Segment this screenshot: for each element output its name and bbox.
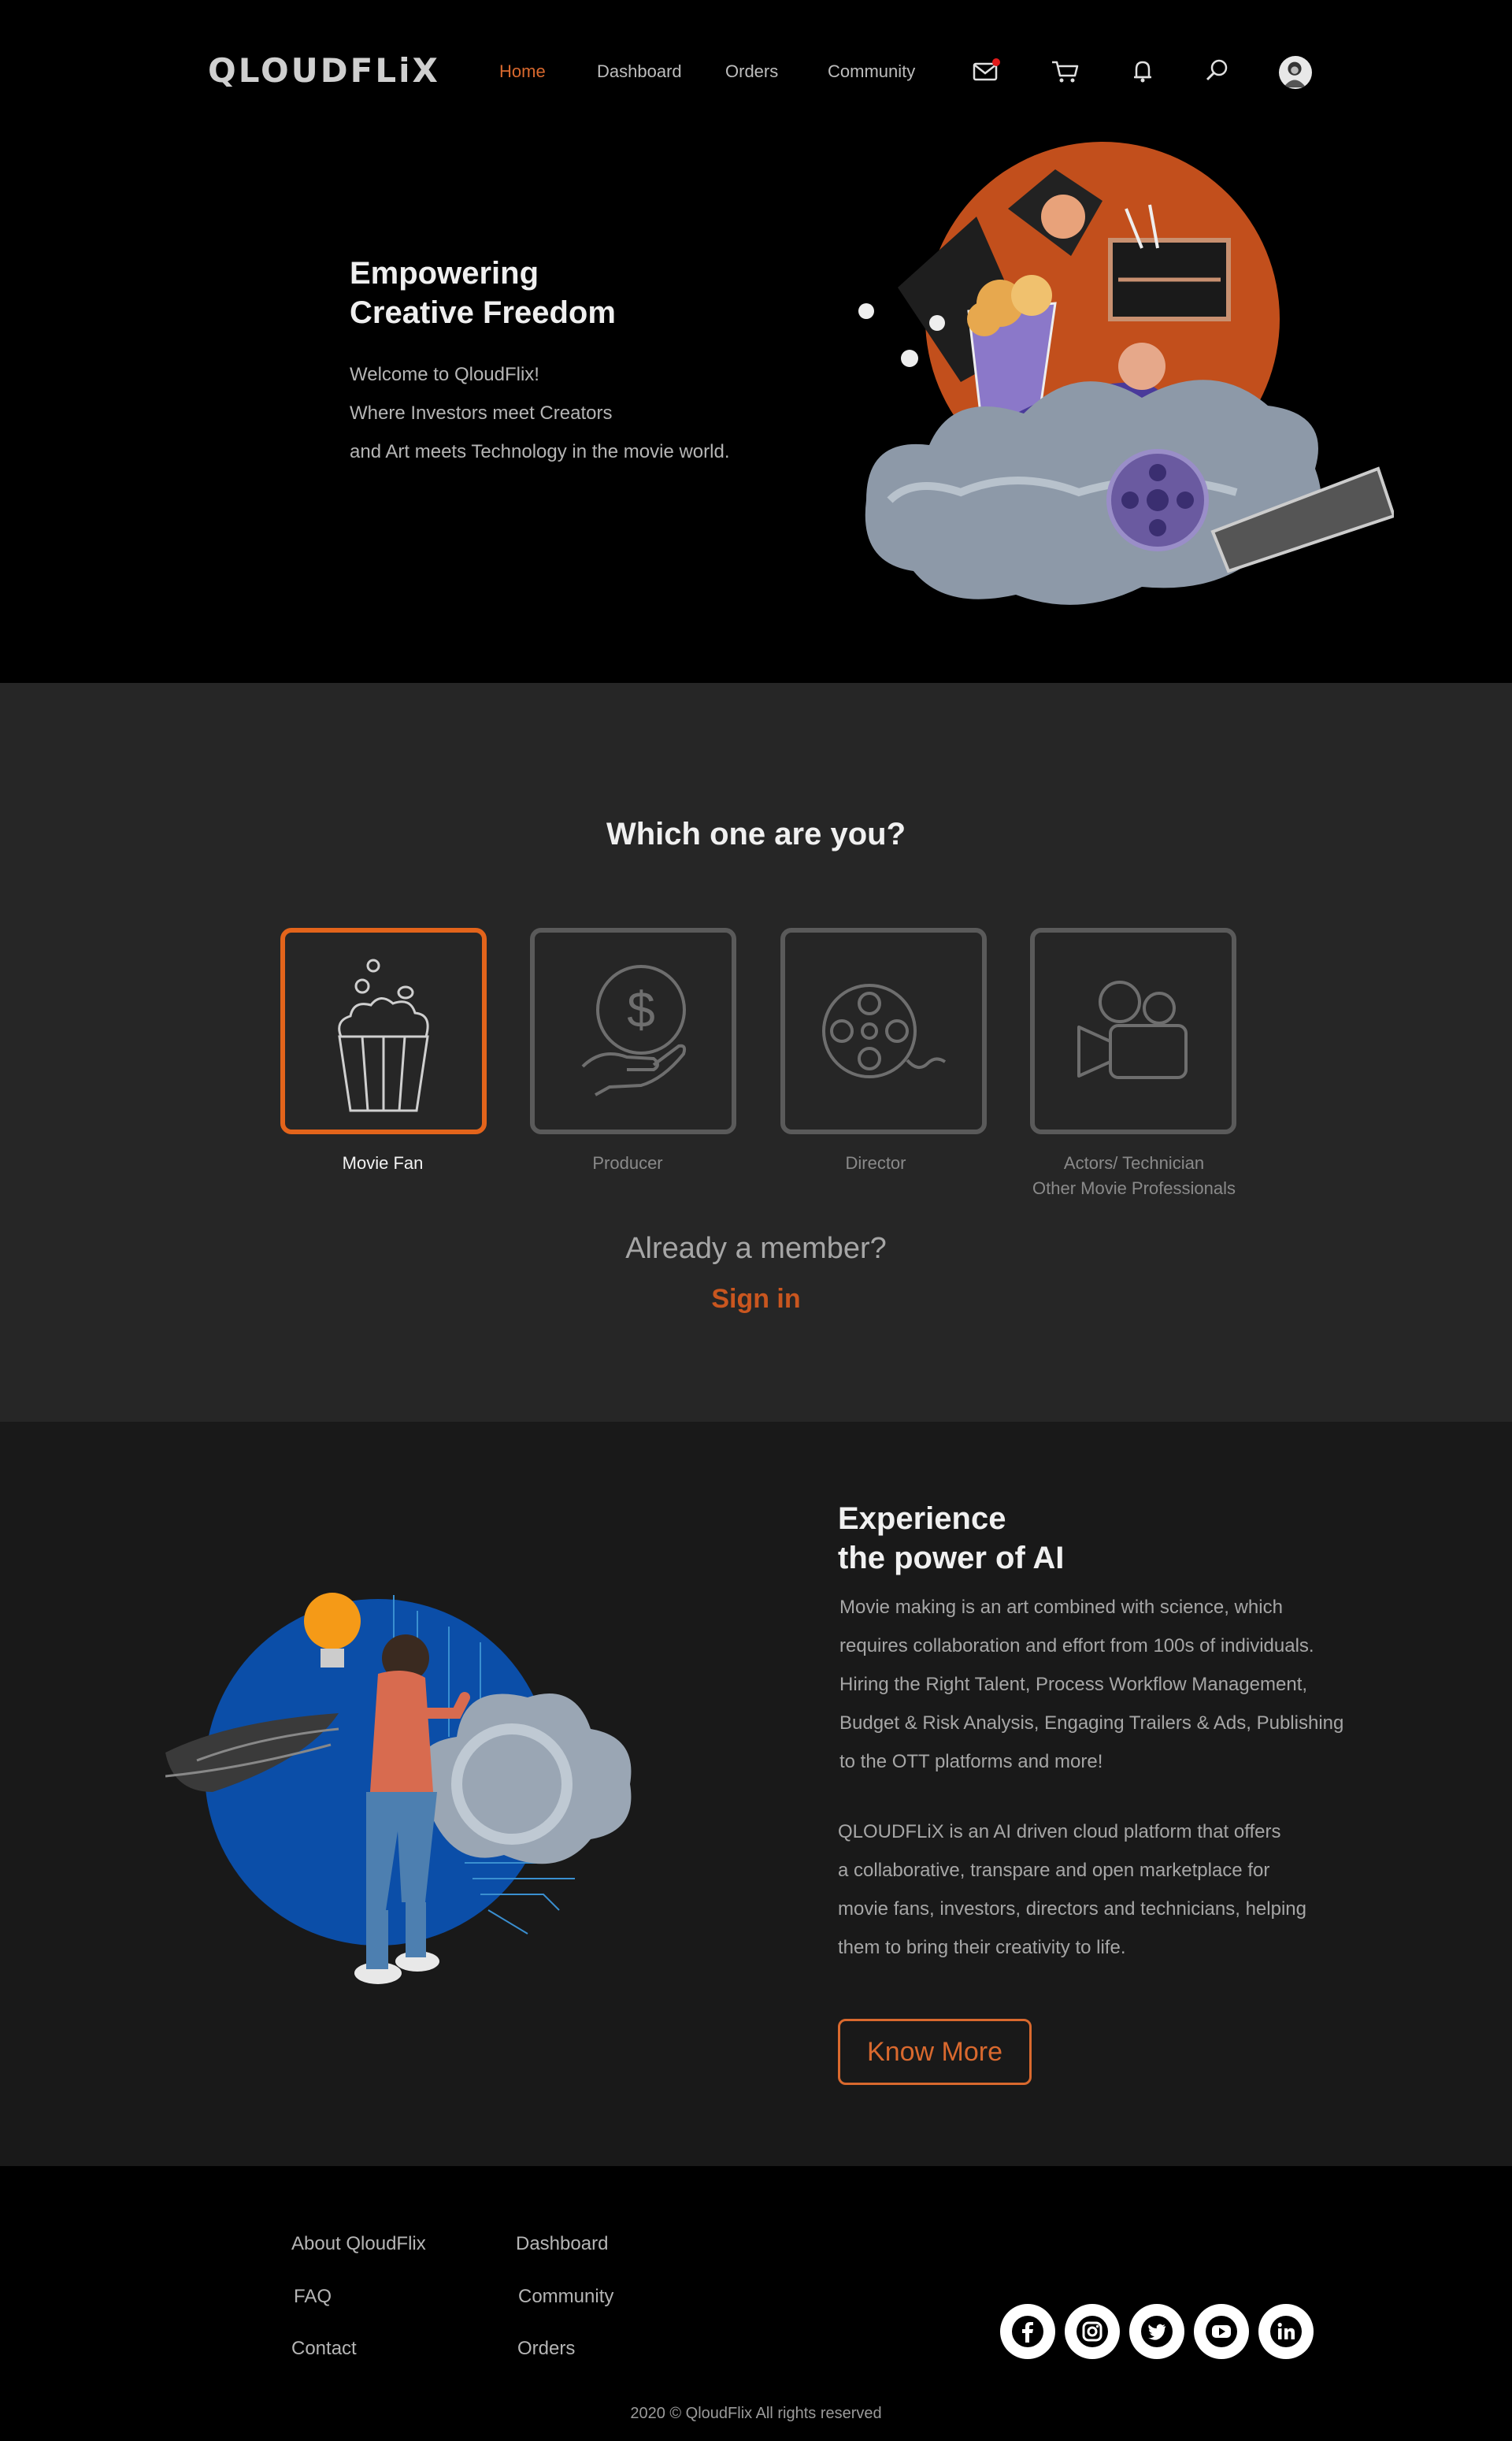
ai-p2-line: QLOUDFLiX is an AI driven cloud platform… (838, 1821, 1281, 1842)
role-label-producer: Producer (592, 1153, 663, 1173)
nav-dashboard[interactable]: Dashboard (597, 60, 682, 83)
role-card-actors-technician[interactable] (1030, 928, 1236, 1134)
hero-line-1: Welcome to QloudFlix! (350, 364, 539, 385)
cart-icon[interactable] (1050, 55, 1081, 87)
youtube-icon[interactable] (1194, 2304, 1249, 2359)
logo[interactable]: QLOUDFLiX (208, 47, 440, 95)
nav-orders[interactable]: Orders (725, 60, 778, 83)
ai-illustration (165, 1593, 632, 1984)
role-label-actors: Actors/ Technician Other Movie Professio… (992, 1151, 1276, 1201)
ai-p2-line: movie fans, investors, directors and tec… (838, 1898, 1306, 1920)
hero-title: Empowering Creative Freedom (350, 254, 616, 332)
role-label-director: Director (845, 1153, 906, 1173)
footer-link-community[interactable]: Community (518, 2285, 613, 2309)
search-icon[interactable] (1201, 55, 1232, 87)
ai-section: Experience the power of AI Movie making … (0, 1422, 1512, 2166)
movie-camera-icon (1077, 981, 1188, 1079)
hero-line-3: and Art meets Technology in the movie wo… (350, 441, 730, 462)
nav-home[interactable]: Home (499, 60, 546, 83)
role-card-movie-fan[interactable] (280, 928, 487, 1134)
facebook-icon[interactable] (1000, 2304, 1055, 2359)
money-hand-icon: $ (581, 965, 687, 1096)
hero-line-2: Where Investors meet Creators (350, 403, 613, 424)
footer-link-dashboard[interactable]: Dashboard (516, 2232, 608, 2256)
role-card-producer[interactable]: $ (530, 928, 736, 1134)
know-more-button[interactable]: Know More (838, 2019, 1032, 2085)
copyright: 2020 © QloudFlix All rights reserved (630, 2405, 882, 2422)
footer-link-about[interactable]: About QloudFlix (291, 2232, 426, 2256)
roles-title: Which one are you? (606, 817, 906, 851)
role-label-actors-line1: Actors/ Technician (1063, 1153, 1205, 1173)
linkedin-icon[interactable] (1258, 2304, 1314, 2359)
role-label-movie-fan: Movie Fan (342, 1153, 424, 1173)
nav-community[interactable]: Community (828, 60, 915, 83)
already-member-text: Already a member? (625, 1232, 887, 1265)
hero-title-line2: Creative Freedom (350, 295, 616, 330)
ai-p1-line: to the OTT platforms and more! (839, 1751, 1103, 1772)
ai-p1-line: requires collaboration and effort from 1… (839, 1635, 1314, 1656)
ai-p2-line: them to bring their creativity to life. (838, 1937, 1126, 1958)
footer-link-contact[interactable]: Contact (291, 2337, 357, 2361)
footer: About QloudFlix FAQ Contact Dashboard Co… (0, 2166, 1512, 2441)
ai-p1-line: Budget & Risk Analysis, Engaging Trailer… (839, 1712, 1344, 1734)
sign-in-link[interactable]: Sign in (0, 1284, 1512, 1315)
hero-section: Empowering Creative Freedom Welcome to Q… (0, 142, 1512, 683)
footer-link-faq[interactable]: FAQ (294, 2285, 332, 2309)
film-reel-icon (822, 984, 947, 1078)
popcorn-icon (338, 959, 429, 1112)
bell-icon[interactable] (1127, 55, 1158, 87)
ai-p1-line: Movie making is an art combined with sci… (839, 1597, 1283, 1618)
ai-title-line2: the power of AI (838, 1541, 1065, 1575)
role-label-actors-line2: Other Movie Professionals (1032, 1178, 1236, 1198)
footer-link-orders[interactable]: Orders (517, 2337, 575, 2361)
ai-paragraph-1: Movie making is an art combined with sci… (839, 1588, 1422, 1781)
ai-paragraph-2: QLOUDFLiX is an AI driven cloud platform… (838, 1812, 1421, 1967)
ai-title: Experience the power of AI (838, 1499, 1064, 1578)
mail-icon[interactable] (970, 55, 1002, 87)
hero-title-line1: Empowering (350, 256, 539, 291)
ai-title-line1: Experience (838, 1501, 1006, 1536)
role-selection-section: Which one are you? $ Movie Fan Producer … (0, 683, 1512, 1422)
avatar[interactable] (1279, 56, 1312, 89)
role-card-director[interactable] (780, 928, 987, 1134)
svg-text:$: $ (627, 981, 655, 1038)
ai-p1-line: Hiring the Right Talent, Process Workflo… (839, 1674, 1308, 1695)
instagram-icon[interactable] (1065, 2304, 1120, 2359)
twitter-icon[interactable] (1129, 2304, 1184, 2359)
hero-illustration (858, 142, 1394, 605)
ai-p2-line: a collaborative, transpare and open mark… (838, 1860, 1270, 1881)
